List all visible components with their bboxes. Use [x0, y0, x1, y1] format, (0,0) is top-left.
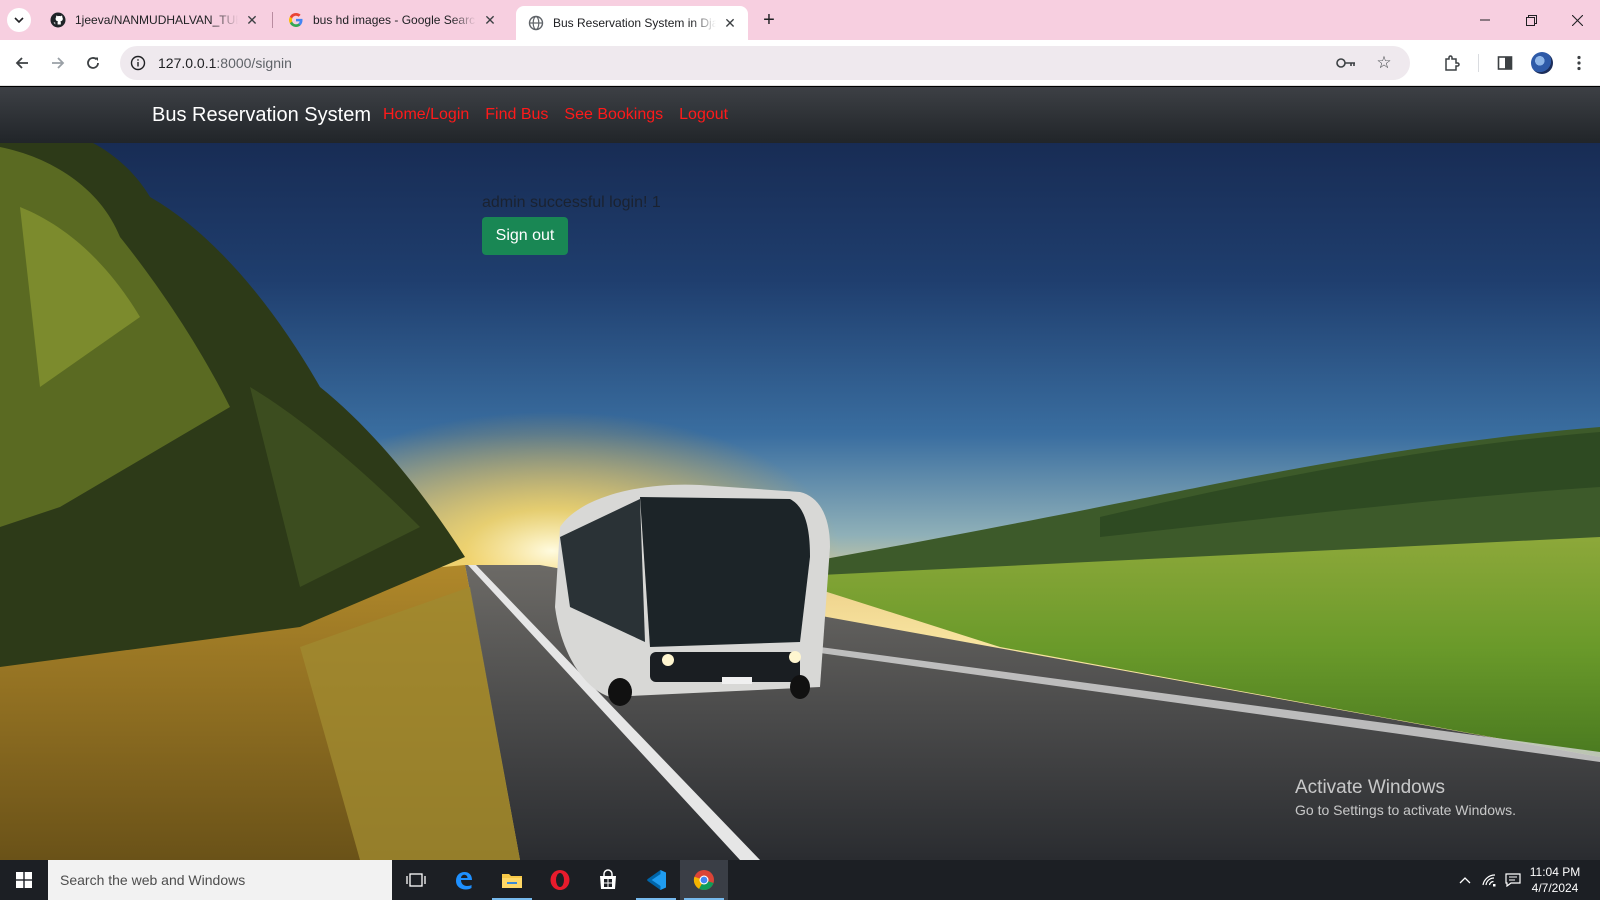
tab-search-button[interactable] — [7, 8, 31, 32]
site-navbar: Bus Reservation System Home/Login Find B… — [0, 87, 1600, 143]
sign-out-button[interactable]: Sign out — [482, 217, 568, 255]
vscode-icon[interactable] — [632, 860, 680, 900]
close-tab-icon[interactable]: ✕ — [482, 12, 498, 28]
microsoft-store-icon[interactable] — [584, 860, 632, 900]
activate-windows-subtitle: Go to Settings to activate Windows. — [1295, 802, 1516, 818]
task-view-icon[interactable] — [392, 860, 440, 900]
browser-toolbar: 127.0.0.1:8000/signin ☆ — [0, 40, 1600, 86]
tab-strip: 1jeeva/NANMUDHALVAN_TUES ✕ bus hd images… — [0, 0, 1600, 40]
tab-bus-reservation[interactable]: Bus Reservation System in Djan ✕ — [516, 6, 748, 40]
activate-windows-title: Activate Windows — [1295, 777, 1445, 798]
site-info-icon[interactable] — [126, 51, 150, 75]
google-icon — [288, 12, 304, 28]
tab-google-search[interactable]: bus hd images - Google Search ✕ — [276, 0, 508, 40]
clock-time: 11:04 PM — [1529, 865, 1581, 879]
profile-avatar[interactable] — [1531, 52, 1553, 74]
globe-icon — [528, 15, 544, 31]
url-text: 127.0.0.1:8000/signin — [158, 55, 292, 71]
login-message: admin successful login! 1 — [482, 194, 661, 211]
site-brand[interactable]: Bus Reservation System — [152, 104, 371, 127]
wifi-icon[interactable] — [1478, 860, 1500, 900]
taskbar-search-box[interactable]: Search the web and Windows — [48, 860, 392, 900]
close-tab-icon[interactable]: ✕ — [244, 12, 260, 28]
menu-dots-icon[interactable] — [1565, 49, 1593, 77]
restore-icon[interactable] — [1508, 0, 1554, 40]
nav-home-login[interactable]: Home/Login — [383, 106, 469, 124]
chevron-down-icon — [14, 17, 24, 24]
tab-separator — [272, 12, 273, 28]
taskbar-clock[interactable]: 11:04 PM 4/7/2024 — [1520, 864, 1590, 896]
bus-illustration — [555, 484, 830, 706]
show-hidden-icons-chevron-icon[interactable] — [1455, 860, 1475, 900]
github-icon — [50, 12, 66, 28]
new-tab-icon[interactable]: + — [758, 9, 780, 31]
extensions-icon[interactable] — [1438, 49, 1466, 77]
tab-github[interactable]: 1jeeva/NANMUDHALVAN_TUES ✕ — [38, 0, 270, 40]
reload-icon[interactable] — [79, 49, 107, 77]
nav-see-bookings[interactable]: See Bookings — [564, 106, 663, 124]
web-page: Bus Reservation System Home/Login Find B… — [0, 87, 1600, 860]
nav-links: Home/Login Find Bus See Bookings Logout — [383, 106, 728, 124]
file-explorer-icon[interactable] — [488, 860, 536, 900]
tab-title: bus hd images - Google Search — [313, 13, 476, 27]
tab-title: 1jeeva/NANMUDHALVAN_TUES — [75, 13, 238, 27]
tab-title: Bus Reservation System in Djan — [553, 16, 716, 30]
url-path: :8000/signin — [216, 55, 292, 71]
address-bar[interactable]: 127.0.0.1:8000/signin ☆ — [120, 46, 1410, 80]
windows-taskbar: Search the web and Windows 11:04 PM 4/7/… — [0, 860, 1600, 900]
chrome-icon[interactable] — [680, 860, 728, 900]
nav-find-bus[interactable]: Find Bus — [485, 106, 548, 124]
nav-logout[interactable]: Logout — [679, 106, 728, 124]
activate-windows-watermark: Activate Windows Go to Settings to activ… — [1295, 777, 1516, 818]
url-host: 127.0.0.1 — [158, 55, 217, 71]
opera-icon[interactable] — [536, 860, 584, 900]
toolbar-divider — [1478, 54, 1479, 72]
edge-icon[interactable] — [440, 860, 488, 900]
bus-background-image — [0, 87, 1600, 860]
close-tab-icon[interactable]: ✕ — [722, 15, 738, 31]
start-windows-icon[interactable] — [0, 860, 48, 900]
side-panel-icon[interactable] — [1491, 49, 1519, 77]
bookmark-star-icon[interactable]: ☆ — [1372, 51, 1396, 75]
password-key-icon[interactable] — [1334, 51, 1358, 75]
taskbar-search-placeholder: Search the web and Windows — [60, 872, 246, 888]
clock-date: 4/7/2024 — [1531, 881, 1579, 895]
back-icon[interactable] — [8, 49, 36, 77]
minimize-icon[interactable] — [1462, 0, 1508, 40]
close-window-icon[interactable] — [1554, 0, 1600, 40]
forward-icon[interactable] — [44, 49, 72, 77]
